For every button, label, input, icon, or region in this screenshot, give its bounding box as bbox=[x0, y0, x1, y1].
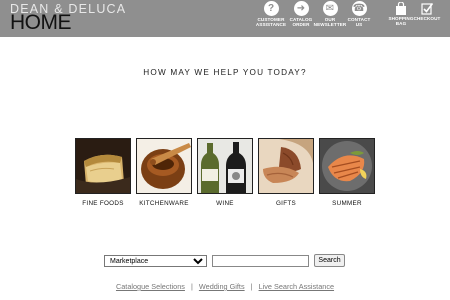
headline: HOW MAY WE HELP YOU TODAY? bbox=[143, 68, 307, 77]
arrow-right-icon: ➜ bbox=[293, 1, 309, 16]
search-button[interactable]: Search bbox=[314, 254, 345, 267]
link-live-search-assistance[interactable]: Live Search Assistance bbox=[259, 282, 334, 291]
search-input[interactable] bbox=[212, 255, 309, 267]
nav-label-line1: CHECKOUT bbox=[413, 16, 441, 21]
envelope-icon: ✉ bbox=[322, 1, 338, 16]
question-icon: ? bbox=[263, 1, 279, 16]
header-bar: DEAN & DELUCA HOME ? CUSTOMER ASSISTANCE… bbox=[0, 0, 450, 37]
category-kitchenware[interactable]: KITCHENWARE bbox=[136, 138, 192, 210]
nav-customer-assistance[interactable]: ? CUSTOMER ASSISTANCE bbox=[254, 0, 288, 27]
nav-contact-us[interactable]: ☎ CONTACT US bbox=[342, 0, 376, 27]
category-label[interactable]: FINE FOODS bbox=[75, 200, 131, 207]
nav-label-line2: BAG bbox=[395, 21, 407, 27]
category-summer[interactable]: SUMMER bbox=[319, 138, 375, 210]
page-title: HOME bbox=[10, 11, 72, 34]
link-separator: | bbox=[190, 282, 193, 291]
nav-label-line2: US bbox=[355, 22, 363, 28]
nav-label-line2: ASSISTANCE bbox=[255, 22, 287, 28]
category-label[interactable]: WINE bbox=[197, 200, 253, 207]
store-select[interactable]: Marketplace bbox=[104, 255, 207, 267]
link-wedding-gifts[interactable]: Wedding Gifts bbox=[199, 282, 245, 291]
summer-image bbox=[319, 138, 375, 194]
shopping-bag-icon bbox=[396, 2, 406, 15]
category-label[interactable]: KITCHENWARE bbox=[136, 200, 192, 207]
fine-foods-image bbox=[75, 138, 131, 194]
gifts-image bbox=[258, 138, 314, 194]
kitchenware-image bbox=[136, 138, 192, 194]
category-fine-foods[interactable]: FINE FOODS bbox=[75, 138, 131, 210]
wine-image bbox=[197, 138, 253, 194]
category-wine[interactable]: WINE bbox=[197, 138, 253, 210]
category-gifts[interactable]: GIFTS bbox=[258, 138, 314, 210]
phone-icon: ☎ bbox=[351, 1, 367, 16]
nav-checkout[interactable]: CHECKOUT bbox=[410, 0, 444, 21]
link-catalogue-selections[interactable]: Catalogue Selections bbox=[116, 282, 185, 291]
footer-links: Catalogue Selections | Wedding Gifts | L… bbox=[0, 282, 450, 291]
checkmark-icon bbox=[421, 3, 433, 15]
category-label[interactable]: SUMMER bbox=[319, 200, 375, 207]
category-label[interactable]: GIFTS bbox=[258, 200, 314, 207]
link-separator: | bbox=[250, 282, 253, 291]
